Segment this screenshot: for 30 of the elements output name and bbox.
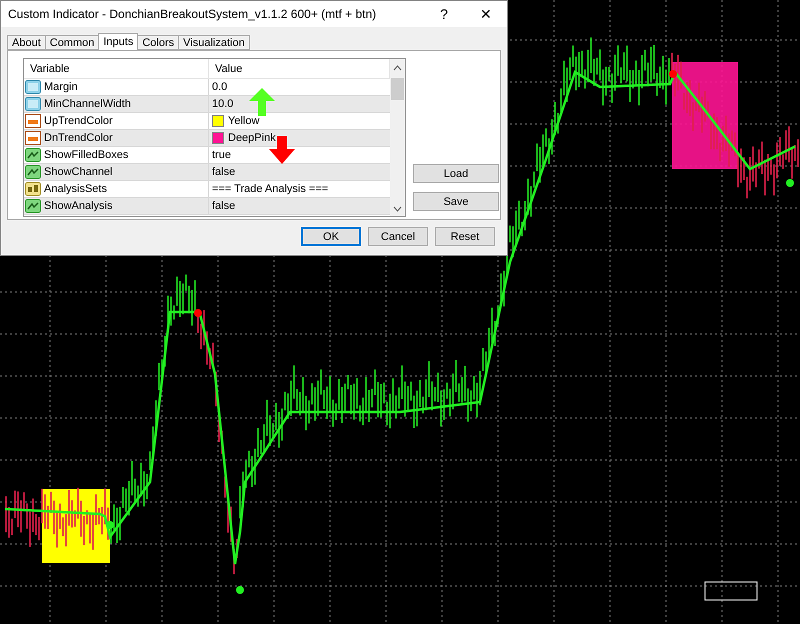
tab[interactable]: Common	[44, 35, 100, 50]
variable-name: UpTrendColor	[44, 115, 113, 127]
variable-name: ShowAnalysis	[44, 200, 112, 212]
variable-name: AnalysisSets	[44, 183, 107, 195]
tab[interactable]: Colors	[137, 35, 180, 50]
value-text[interactable]: 10.0	[212, 98, 234, 110]
dialog-button[interactable]: OK	[301, 227, 361, 246]
tab[interactable]: About	[7, 35, 46, 50]
column-header[interactable]: Variable	[24, 59, 209, 78]
value-text[interactable]: === Trade Analysis ===	[212, 183, 328, 195]
side-button[interactable]: Save	[413, 192, 499, 211]
help-button[interactable]: ?	[423, 1, 465, 27]
value-text[interactable]: false	[212, 166, 236, 178]
variable-name: MinChannelWidth	[44, 98, 131, 110]
variable-name: DnTrendColor	[44, 132, 113, 144]
value-text[interactable]: true	[212, 149, 231, 161]
variable-name: Margin	[44, 81, 78, 93]
value-text[interactable]: 0.0	[212, 81, 228, 93]
close-button[interactable]: ✕	[465, 1, 507, 27]
side-button[interactable]: Load	[413, 164, 499, 183]
dialog-button[interactable]: Cancel	[368, 227, 428, 246]
window-title: Custom Indicator - DonchianBreakoutSystem_v1.1.2 600+ (mtf + btn)	[8, 7, 378, 21]
tab[interactable]: Visualization	[178, 35, 250, 50]
value-text[interactable]: false	[212, 200, 236, 212]
tab[interactable]: Inputs	[98, 33, 138, 50]
dialog-button[interactable]: Reset	[435, 227, 495, 246]
value-text[interactable]: Yellow	[228, 115, 260, 127]
variable-name: ShowChannel	[44, 166, 112, 178]
value-text[interactable]: DeepPink	[228, 132, 276, 144]
variable-name: ShowFilledBoxes	[44, 149, 128, 161]
